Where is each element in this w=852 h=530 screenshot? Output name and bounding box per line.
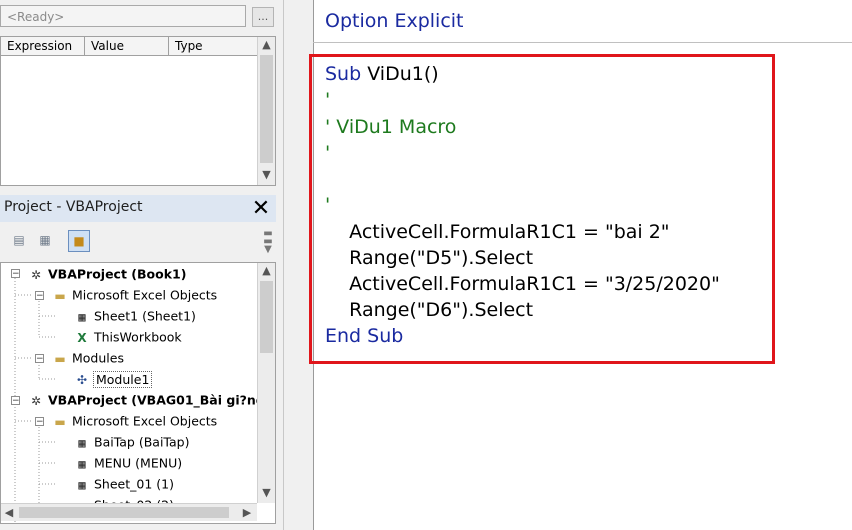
worksheet-icon: ▦ (78, 477, 86, 492)
vba-project-icon: ✲ (30, 393, 42, 408)
highlight-box (309, 54, 775, 364)
view-code-icon[interactable]: ▤ (8, 230, 30, 252)
tree-item-baitap[interactable]: ▦ BaiTap (BaiTap) (73, 432, 189, 452)
worksheet-icon: ▦ (78, 456, 86, 471)
scroll-thumb[interactable] (19, 507, 229, 518)
tree-item-thisworkbook[interactable]: X ThisWorkbook (73, 327, 181, 347)
tree-item-menu[interactable]: ▦ MENU (MENU) (73, 453, 182, 473)
project-tree: − ✲ VBAProject (Book1) − ▬ Microsoft Excel… (0, 262, 276, 524)
scroll-down-icon[interactable]: ▼ (258, 485, 275, 501)
collapse-toggle[interactable]: − (35, 354, 44, 364)
project-titlebar: Project - VBAProject ✕ (0, 195, 276, 222)
project-title: Project - VBAProject (4, 199, 143, 215)
toolbar-grip-icon[interactable]: ▬ ▬ ▼ (262, 229, 274, 256)
watch-col-type[interactable]: Type (169, 37, 257, 55)
scroll-thumb[interactable] (260, 281, 273, 353)
view-object-icon[interactable]: ▦ (34, 230, 56, 252)
left-panels: <Ready> ... Expression Value Type ▲ ▼ Pr… (0, 0, 283, 530)
close-icon[interactable]: ✕ (248, 197, 274, 221)
scroll-right-icon[interactable]: ▶ (239, 504, 255, 521)
scroll-up-icon[interactable]: ▲ (258, 263, 275, 279)
collapse-toggle[interactable]: − (11, 396, 20, 406)
worksheet-icon: ▦ (78, 435, 86, 450)
workbook-icon: X (77, 330, 87, 345)
watch-header: Expression Value Type (1, 37, 257, 56)
tree-item-module1[interactable]: ✣ Module1 (73, 369, 153, 389)
tree-item-excel-objects-2[interactable]: ▬ Microsoft Excel Objects (51, 411, 217, 431)
watch-col-expression[interactable]: Expression (1, 37, 85, 55)
folder-icon: ▬ (54, 288, 66, 303)
collapse-toggle[interactable]: − (35, 291, 44, 301)
tree-item-vbaproject-book1[interactable]: ✲ VBAProject (Book1) (27, 264, 186, 284)
project-toolbar: ▤ ▦ ■ ▬ ▬ ▼ (0, 225, 276, 259)
scroll-left-icon[interactable]: ◀ (1, 504, 17, 521)
tree-item-sheet1[interactable]: ▦ Sheet1 (Sheet1) (73, 306, 196, 326)
tree-vscrollbar[interactable]: ▲ ▼ (257, 263, 275, 503)
module-icon: ✣ (76, 372, 88, 387)
vba-project-icon: ✲ (30, 267, 42, 282)
browse-button[interactable]: ... (252, 7, 274, 27)
immediate-bar: <Ready> ... (0, 5, 276, 29)
tree-hscrollbar[interactable]: ◀ ▶ (1, 503, 257, 521)
procedure-separator (313, 42, 852, 43)
code-option-explicit[interactable]: Option Explicit (325, 8, 464, 34)
watch-col-value[interactable]: Value (85, 37, 169, 55)
collapse-toggle[interactable]: − (11, 269, 20, 279)
tree-item-excel-objects[interactable]: ▬ Microsoft Excel Objects (51, 285, 217, 305)
scroll-up-icon[interactable]: ▲ (258, 37, 275, 53)
toggle-folders-icon[interactable]: ■ (68, 230, 90, 252)
scroll-thumb[interactable] (260, 55, 273, 163)
scroll-down-icon[interactable]: ▼ (258, 167, 275, 183)
watch-window: Expression Value Type ▲ ▼ (0, 36, 276, 186)
watch-scrollbar[interactable]: ▲ ▼ (257, 37, 275, 185)
immediate-input[interactable]: <Ready> (0, 5, 246, 27)
worksheet-icon: ▦ (78, 309, 86, 324)
folder-icon: ▬ (54, 414, 66, 429)
collapse-toggle[interactable]: − (35, 417, 44, 427)
tree-item-vbaproject-vbag01[interactable]: ✲ VBAProject (VBAG01_Bài gi?ng (27, 390, 265, 410)
tree-item-modules[interactable]: ▬ Modules (51, 348, 124, 368)
folder-icon: ▬ (54, 351, 66, 366)
tree-item-sheet01[interactable]: ▦ Sheet_01 (1) (73, 474, 174, 494)
